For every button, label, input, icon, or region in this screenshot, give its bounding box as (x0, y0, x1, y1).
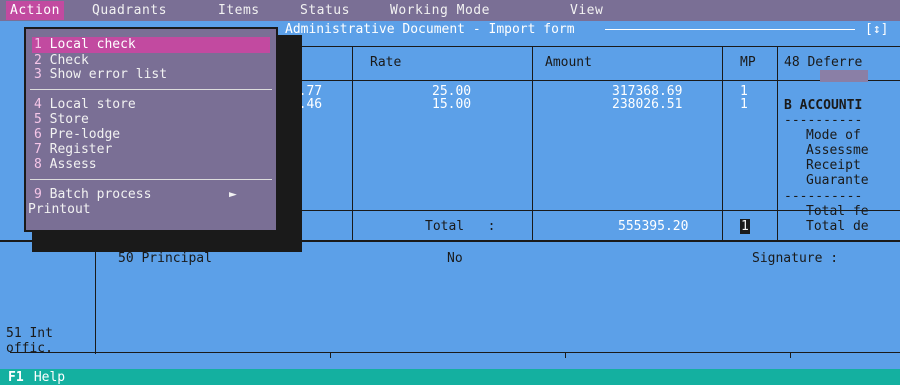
total-value: 555395.20 (618, 219, 689, 234)
menu-item-number: 3 (34, 67, 42, 82)
menu-item-number: 4 (34, 97, 42, 112)
menu-quadrants[interactable]: Quadrants (92, 3, 167, 18)
menu-item-number: 7 (34, 142, 42, 157)
mode-of-label: Mode of (806, 128, 861, 143)
principal-value[interactable]: No (447, 251, 463, 266)
menu-item-local-check[interactable]: 1 Local check (32, 37, 270, 53)
window-title-bar: Administrative Document - Import form [↕… (285, 21, 900, 38)
total-fees-label: Total fe (806, 204, 869, 219)
assessment-label: Assessme (806, 143, 869, 158)
menu-item-local-store[interactable]: 4 Local store (34, 97, 136, 113)
accounting-divider: ---------- (784, 113, 863, 128)
menu-item-label: Local store (41, 97, 136, 112)
row2-amount[interactable]: 238026.51 (612, 97, 682, 112)
table-header-rule (285, 80, 900, 81)
dropdown-shadow-right (278, 35, 302, 252)
action-dropdown-menu: 1 Local check 2 Check 3 Show error list … (24, 27, 278, 232)
menu-item-label: Pre-lodge (41, 127, 121, 142)
menu-item-assess[interactable]: 8 Assess (34, 157, 97, 173)
menu-item-label: Register (41, 142, 113, 157)
menu-action[interactable]: Action (6, 1, 64, 20)
menu-status[interactable]: Status (300, 3, 350, 18)
menu-item-label: Batch process (41, 187, 152, 202)
col-divider-mp (722, 46, 723, 240)
submenu-arrow-icon: ► (229, 187, 237, 202)
menu-item-number: 6 (34, 127, 42, 142)
menu-item-pre-lodge[interactable]: 6 Pre-lodge (34, 127, 120, 143)
receipt-label: Receipt (806, 158, 861, 173)
menu-item-store[interactable]: 5 Store (34, 112, 89, 128)
menu-view[interactable]: View (570, 3, 603, 18)
accounting-label: B ACCOUNTI (784, 98, 863, 113)
menu-item-batch-process[interactable]: 9 Batch process ► (34, 187, 237, 203)
office-label: offic. (6, 341, 53, 356)
menu-item-label: Printout (28, 202, 91, 217)
header-mp: MP (740, 55, 756, 70)
deferred-field[interactable] (820, 70, 868, 82)
lower-left-divider (95, 242, 96, 354)
title-rule (605, 29, 855, 30)
menu-item-number: 2 (34, 53, 42, 68)
menu-item-show-error-list[interactable]: 3 Show error list (34, 67, 167, 83)
tick-2 (565, 352, 566, 358)
menu-item-register[interactable]: 7 Register (34, 142, 112, 158)
int-office-label: 51 Int (6, 326, 53, 341)
menu-item-number: 5 (34, 112, 42, 127)
lower-bottom-rule (10, 352, 900, 353)
menu-working-mode[interactable]: Working Mode (390, 3, 490, 18)
header-amount: Amount (545, 55, 592, 70)
tick-1 (330, 352, 331, 358)
guarantee-label: Guarante (806, 173, 869, 188)
col-divider-right (777, 46, 778, 240)
dropdown-shadow-bottom (32, 232, 302, 252)
menu-bar: Action Quadrants Items Status Working Mo… (0, 0, 900, 21)
menu-separator (30, 89, 272, 90)
menu-item-label: Local check (41, 37, 136, 52)
deferred-label: 48 Deferre (784, 55, 863, 70)
menu-item-number: 8 (34, 157, 42, 172)
menu-item-label: Check (41, 53, 89, 68)
total-flag: 1 (740, 219, 750, 234)
row2-mp[interactable]: 1 (740, 97, 748, 112)
menu-separator (30, 179, 272, 180)
totals-divider: ---------- (784, 189, 863, 204)
menu-item-printout[interactable]: Printout (28, 202, 91, 218)
menu-item-number: 1 (34, 37, 42, 52)
menu-item-label: Store (41, 112, 89, 127)
table-top-rule (285, 46, 900, 47)
window-title: Administrative Document - Import form (285, 22, 575, 37)
total-deferred-label: Total de (806, 219, 869, 234)
help-label: Help (26, 370, 66, 385)
menu-item-label: Assess (41, 157, 97, 172)
header-rate: Rate (370, 55, 402, 70)
resize-icon[interactable]: [↕] (865, 22, 888, 37)
menu-item-label: Show error list (41, 67, 168, 82)
help-key[interactable]: F1 (8, 370, 24, 385)
row2-rate[interactable]: 15.00 (432, 97, 471, 112)
col-divider-amount (532, 46, 533, 240)
menu-item-number: 9 (34, 187, 42, 202)
tick-3 (790, 352, 791, 358)
total-label: Total : (425, 219, 496, 234)
principal-label: 50 Principal (118, 251, 212, 266)
col-divider-rate (352, 46, 353, 240)
status-bar: F1 Help (0, 369, 900, 385)
signature-label: Signature : (752, 251, 839, 266)
menu-items[interactable]: Items (218, 3, 260, 18)
